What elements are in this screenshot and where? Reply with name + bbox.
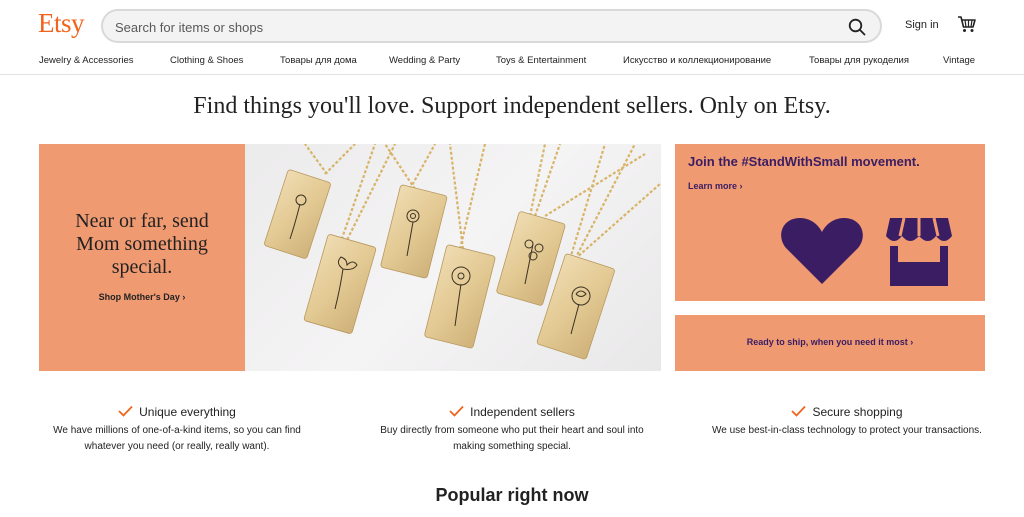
- feature-title: Secure shopping: [812, 405, 903, 419]
- header: Etsy Sign in: [0, 0, 1024, 48]
- etsy-logo[interactable]: Etsy: [38, 8, 85, 39]
- nav-item-craft[interactable]: Товары для рукоделия: [809, 55, 909, 66]
- popular-heading: Popular right now: [435, 485, 589, 505]
- search-bar[interactable]: [101, 9, 882, 43]
- cart-icon[interactable]: [957, 15, 977, 33]
- page-headline: Find things you'll love. Support indepen…: [193, 93, 831, 119]
- category-nav: Jewelry & Accessories Clothing & Shoes Т…: [0, 48, 1024, 75]
- check-icon: [791, 405, 807, 417]
- heart-icon: [781, 218, 863, 284]
- shop-mothers-day-link[interactable]: Shop Mother's Day ›: [39, 292, 245, 302]
- sign-in-link[interactable]: Sign in: [905, 19, 939, 31]
- feature-secure: Secure shopping We use best-in-class tec…: [707, 404, 987, 439]
- shop-icon: [886, 217, 952, 286]
- feature-independent: Independent sellers Buy directly from so…: [372, 404, 652, 455]
- search-icon[interactable]: [847, 17, 867, 37]
- check-icon: [449, 405, 464, 417]
- search-input[interactable]: [115, 18, 815, 36]
- nav-item-art[interactable]: Искусство и коллекционирование: [623, 55, 771, 66]
- feature-title: Independent sellers: [470, 405, 575, 419]
- ready-to-ship-banner[interactable]: Ready to ship, when you need it most ›: [675, 315, 985, 371]
- stand-with-small-title: Join the #StandWithSmall movement.: [688, 154, 920, 169]
- check-icon: [118, 405, 133, 417]
- feature-description: We have millions of one-of-a-kind items,…: [53, 425, 301, 452]
- feature-description: Buy directly from someone who put their …: [380, 425, 644, 452]
- necklaces-image[interactable]: [245, 144, 661, 371]
- mothers-day-banner[interactable]: Near or far, send Mom something special.…: [39, 144, 245, 371]
- nav-item-wedding[interactable]: Wedding & Party: [389, 55, 460, 66]
- feature-description: We use best-in-class technology to prote…: [712, 425, 982, 436]
- nav-item-toys[interactable]: Toys & Entertainment: [496, 55, 586, 66]
- feature-title: Unique everything: [139, 405, 236, 419]
- nav-item-vintage[interactable]: Vintage: [943, 55, 975, 66]
- nav-item-jewelry[interactable]: Jewelry & Accessories: [39, 55, 134, 66]
- feature-unique: Unique everything We have millions of on…: [37, 404, 317, 455]
- nav-item-clothing[interactable]: Clothing & Shoes: [170, 55, 243, 66]
- mothers-day-text: Near or far, send Mom something special.: [75, 210, 209, 278]
- learn-more-link[interactable]: Learn more ›: [688, 181, 743, 191]
- nav-item-home[interactable]: Товары для дома: [280, 55, 357, 66]
- stand-with-small-banner[interactable]: Join the #StandWithSmall movement. Learn…: [675, 144, 985, 301]
- necklaces-illustration: [264, 144, 661, 360]
- ready-to-ship-link[interactable]: Ready to ship, when you need it most ›: [675, 337, 985, 347]
